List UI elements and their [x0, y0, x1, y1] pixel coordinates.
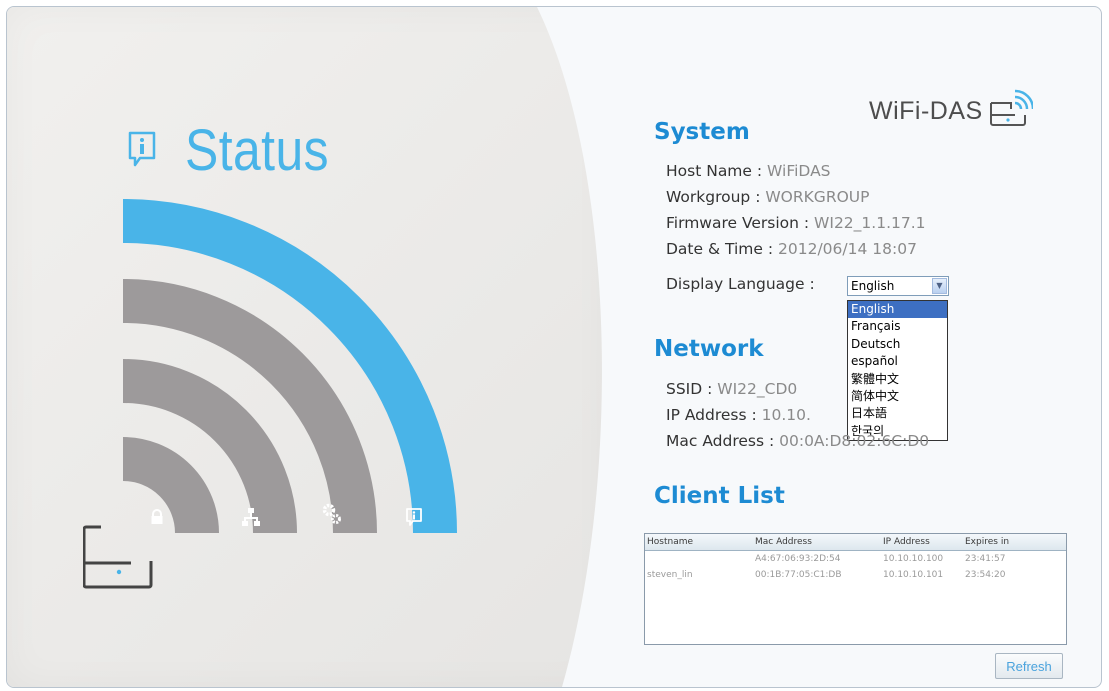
column-header-mac: Mac Address [755, 537, 812, 547]
language-select[interactable]: English ▼ [847, 276, 949, 296]
ssid-value: WI22_CD0 [717, 380, 798, 398]
mac-row: Mac Address : 00:0A:D8:02:6C:D0 [666, 432, 929, 450]
column-header-expires: Expires in [965, 537, 1010, 547]
client-table: Hostname Mac Address IP Address Expires … [644, 533, 1067, 645]
datetime-label: Date & Time : [666, 240, 778, 258]
ip-row: IP Address : 10.10. [666, 406, 811, 424]
ssid-row: SSID : WI22_CD0 [666, 380, 797, 398]
firmware-label: Firmware Version : [666, 214, 815, 232]
cell-expires: 23:54:20 [965, 570, 1006, 580]
column-header-hostname: Hostname [647, 537, 694, 547]
column-header-ip: IP Address [883, 537, 930, 547]
cell-ip: 10.10.10.101 [883, 570, 944, 580]
language-option[interactable]: Deutsch [848, 336, 947, 353]
workgroup-value: WORKGROUP [765, 188, 870, 206]
client-list-title: Client List [654, 483, 785, 509]
cell-mac: A4:67:06:93:2D:54 [755, 554, 841, 564]
status-content: WiFi-DAS System Host Name : WiFiDAS Work… [7, 7, 1101, 687]
datetime-value: 2012/06/14 18:07 [778, 240, 917, 258]
mac-value: 00:0A:D8:02:6C:D0 [779, 432, 930, 450]
table-row: steven_lin 00:1B:77:05:C1:DB 10.10.10.10… [645, 567, 1066, 583]
cell-hostname: steven_lin [647, 570, 693, 580]
firmware-row: Firmware Version : WI22_1.1.17.1 [666, 214, 926, 232]
cell-expires: 23:41:57 [965, 554, 1006, 564]
brand-logo: WiFi-DAS [869, 97, 983, 125]
language-dropdown-list[interactable]: English Français Deutsch español 繁體中文 简体… [847, 300, 948, 441]
refresh-button[interactable]: Refresh [995, 653, 1063, 679]
language-option[interactable]: Français [848, 318, 947, 335]
firmware-value: WI22_1.1.17.1 [814, 214, 926, 232]
ip-label: IP Address : [666, 406, 762, 424]
host-name-value: WiFiDAS [767, 162, 831, 180]
host-name-label: Host Name : [666, 162, 768, 180]
workgroup-row: Workgroup : WORKGROUP [666, 188, 869, 206]
cell-mac: 00:1B:77:05:C1:DB [755, 570, 842, 580]
ip-value: 10.10. [761, 406, 811, 424]
app-window: Status WiFi-DAS System Host Name: WiFiD… [6, 6, 1102, 688]
cell-ip: 10.10.10.100 [883, 554, 944, 564]
language-option[interactable]: 繁體中文 [848, 371, 947, 388]
workgroup-label: Workgroup : [666, 188, 766, 206]
system-section-title: System [654, 119, 750, 145]
language-option[interactable]: 简体中文 [848, 388, 947, 405]
wifi-drive-icon [990, 89, 1033, 126]
language-option[interactable]: español [848, 353, 947, 370]
network-section-title: Network [654, 336, 764, 362]
mac-label: Mac Address : [666, 432, 780, 450]
chevron-down-icon[interactable]: ▼ [932, 278, 947, 294]
host-name-row: Host Name : WiFiDAS [666, 162, 831, 180]
client-table-header: Hostname Mac Address IP Address Expires … [645, 534, 1066, 551]
language-label: Display Language : [666, 275, 815, 293]
language-option[interactable]: 日本語 [848, 405, 947, 422]
language-option[interactable]: English [848, 301, 947, 319]
language-select-value: English [851, 279, 895, 293]
table-row: A4:67:06:93:2D:54 10.10.10.100 23:41:57 [645, 551, 1066, 567]
datetime-row: Date & Time : 2012/06/14 18:07 [666, 240, 917, 258]
ssid-label: SSID : [666, 380, 718, 398]
